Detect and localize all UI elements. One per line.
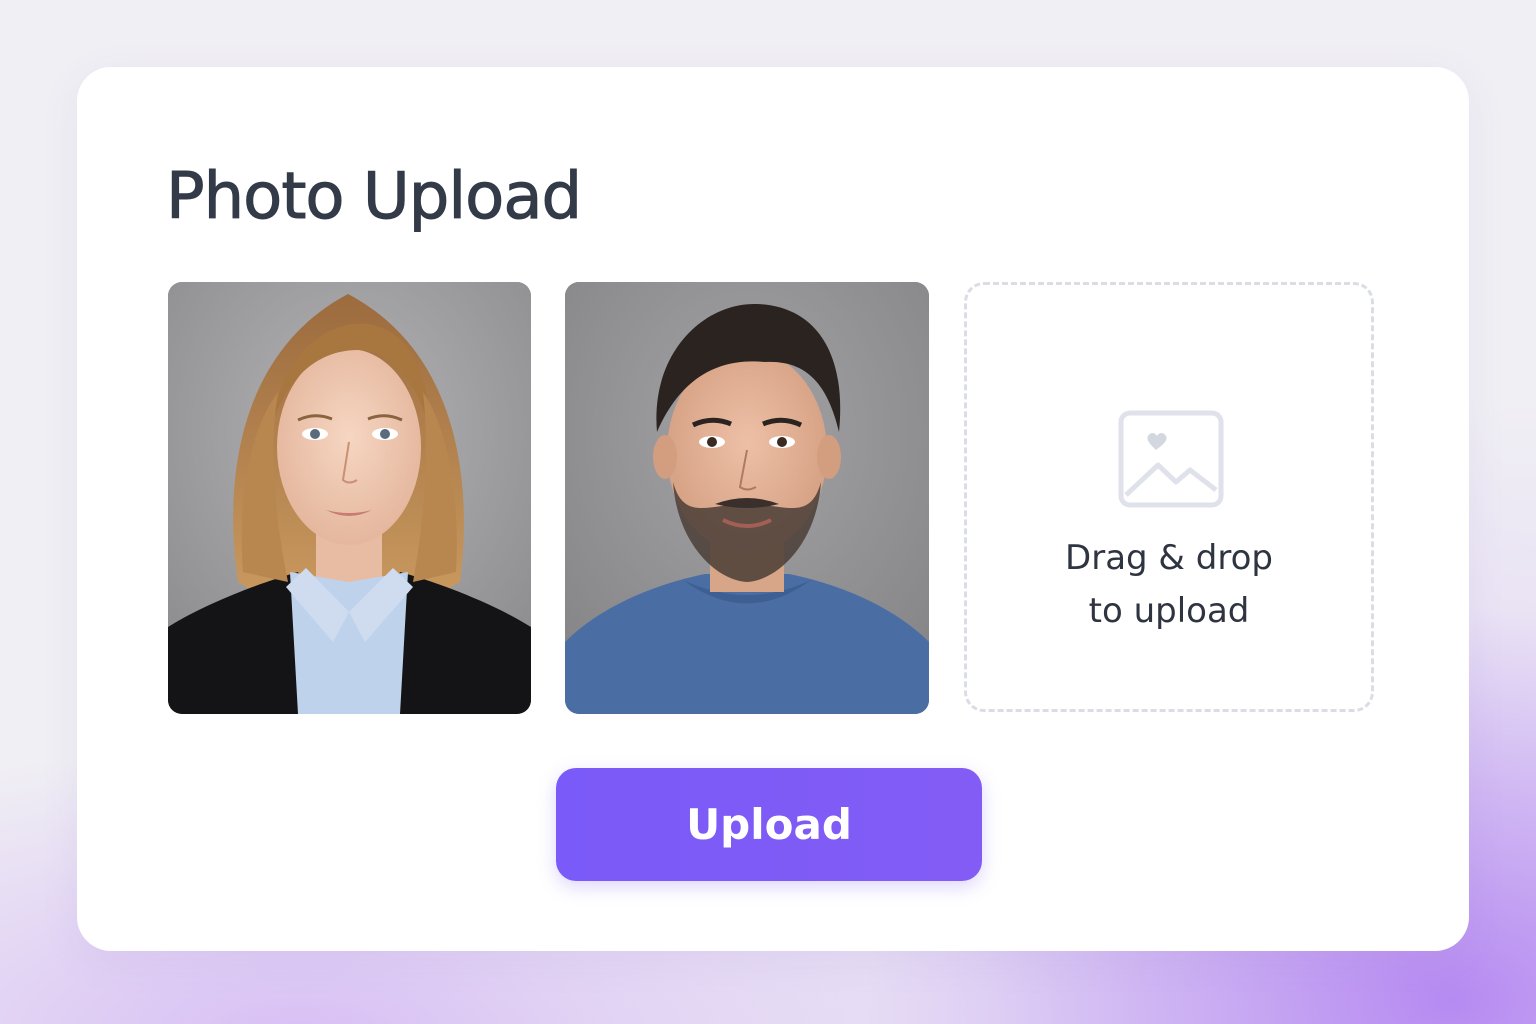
photo-thumbnail-2[interactable] (565, 282, 929, 714)
drag-drop-zone[interactable]: Drag & drop to upload (964, 282, 1374, 712)
page-title: Photo Upload (165, 160, 582, 235)
image-icon (1118, 410, 1224, 508)
upload-button[interactable]: Upload (556, 768, 982, 881)
woman-portrait-image (168, 282, 531, 714)
upload-card: Photo Upload Drag & drop to upload Uploa… (77, 67, 1469, 951)
photo-thumbnail-1[interactable] (168, 282, 531, 714)
man-portrait-image (565, 282, 929, 714)
drag-drop-text: Drag & drop to upload (1065, 538, 1273, 631)
